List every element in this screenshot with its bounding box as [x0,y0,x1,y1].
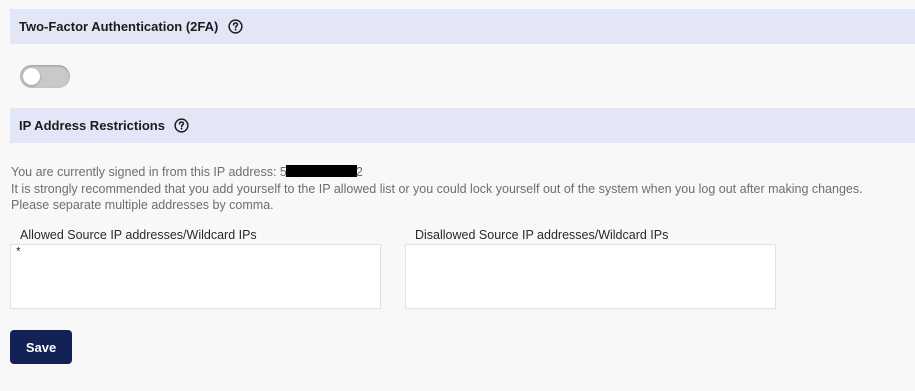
save-button[interactable]: Save [10,330,72,364]
signed-in-line: You are currently signed in from this IP… [11,164,863,181]
toggle-knob [23,68,40,85]
help-icon[interactable] [227,19,243,35]
ip-end: 2 [355,165,363,179]
signed-in-prefix: You are currently signed in from this IP… [11,165,280,179]
two-factor-title: Two-Factor Authentication (2FA) [19,19,219,34]
allowed-ips-textarea[interactable]: * [10,244,381,309]
help-icon[interactable] [174,118,190,134]
two-factor-header: Two-Factor Authentication (2FA) [10,9,915,44]
ip-info-text: You are currently signed in from this IP… [11,164,863,214]
recommendation-text: It is strongly recommended that you add … [11,181,863,196]
separator-hint: Please separate multiple addresses by co… [11,198,274,212]
ip-restrictions-title: IP Address Restrictions [19,118,165,133]
allowed-ips-label: Allowed Source IP addresses/Wildcard IPs [20,228,257,242]
ip-restrictions-header: IP Address Restrictions [10,108,915,143]
disallowed-ips-label: Disallowed Source IP addresses/Wildcard … [415,228,669,242]
disallowed-ips-textarea[interactable] [405,244,776,309]
redaction-bar [285,165,357,177]
two-factor-toggle[interactable] [20,65,70,88]
